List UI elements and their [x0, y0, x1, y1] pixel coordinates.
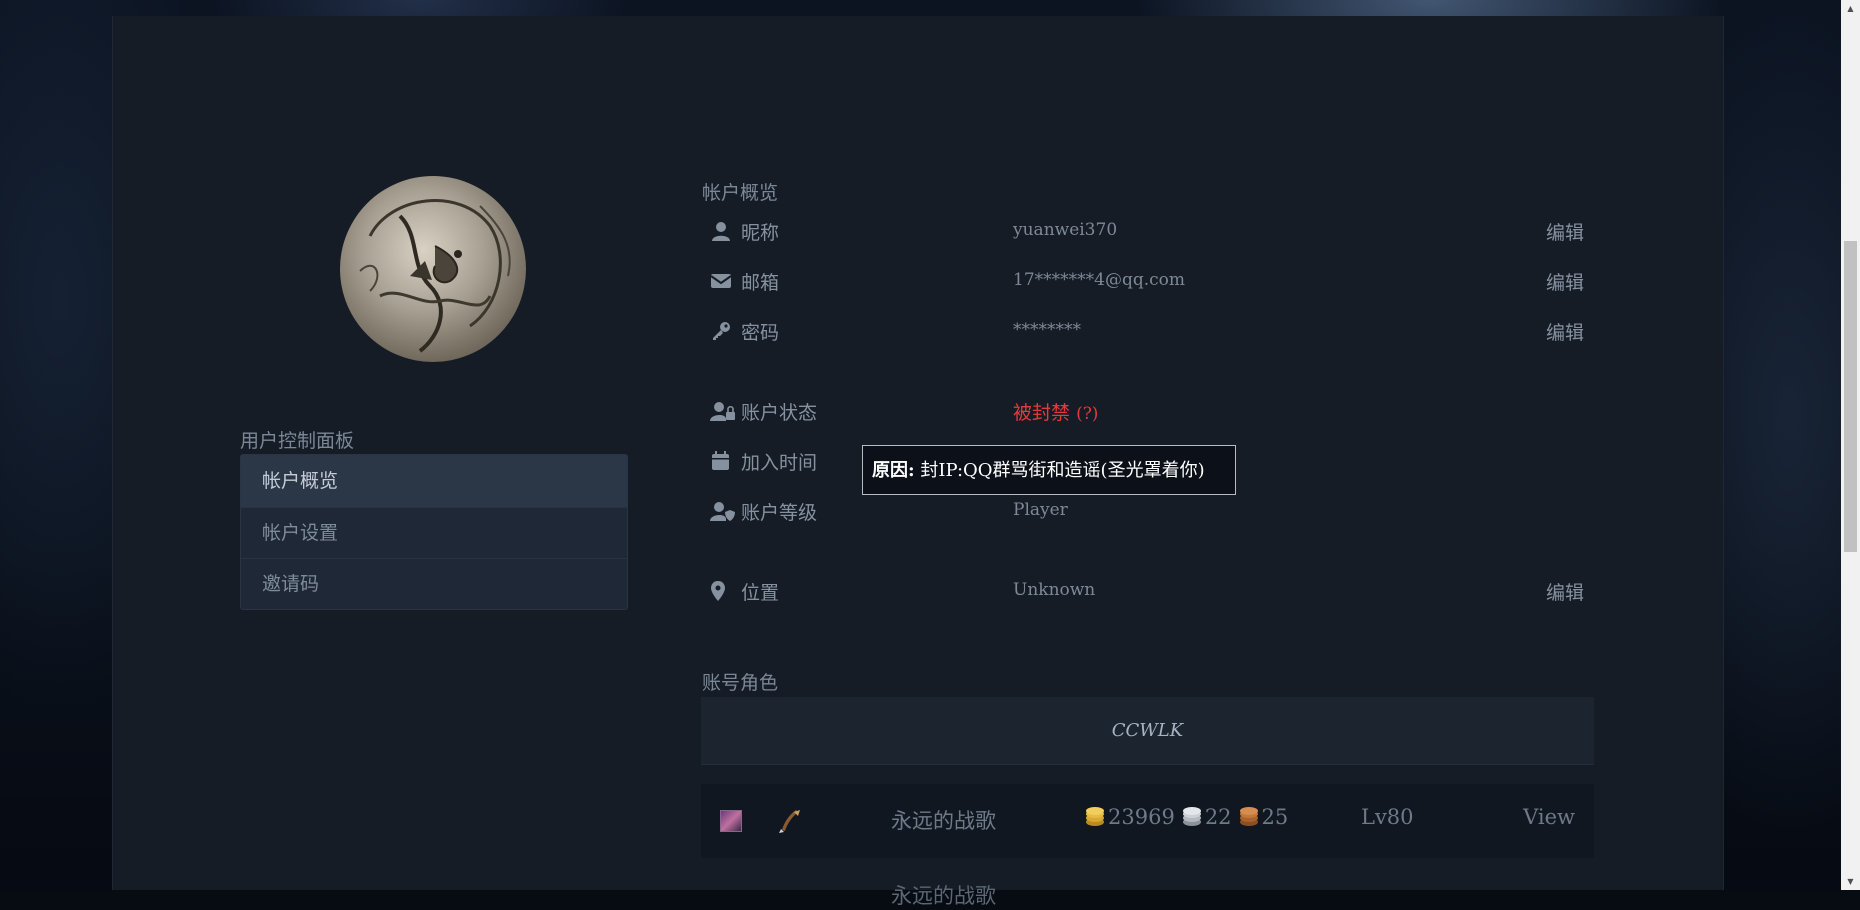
- user-avatar: [340, 176, 526, 362]
- view-character-link[interactable]: View: [1523, 805, 1575, 829]
- row-password: 密码 ******** 编辑: [702, 311, 1584, 351]
- edit-nickname-link[interactable]: 编辑: [1546, 218, 1584, 245]
- banned-status-text: 被封禁: [1013, 402, 1071, 424]
- gold-coin-icon: [1086, 807, 1104, 826]
- row-nickname: 昵称 yuanwei370 编辑: [702, 211, 1584, 251]
- account-rank-value: Player: [1013, 500, 1068, 520]
- edit-email-link[interactable]: 编辑: [1546, 268, 1584, 295]
- row-location: 位置 Unknown 编辑: [702, 571, 1584, 611]
- character-money: 23969 22 25: [1084, 805, 1294, 829]
- sidebar-item-account-settings[interactable]: 帐户设置: [241, 507, 627, 558]
- scroll-down-arrow-icon[interactable]: ▼: [1841, 873, 1860, 890]
- sidebar-title: 用户控制面板: [240, 430, 355, 452]
- password-value: ********: [1013, 320, 1081, 340]
- account-status-value: 被封禁 (?): [1013, 398, 1098, 425]
- scroll-up-arrow-icon[interactable]: ▲: [1841, 0, 1860, 17]
- map-marker-icon: [710, 581, 732, 601]
- page-scrollbar[interactable]: ▲ ▼: [1841, 0, 1860, 890]
- sidebar-item-invite-code[interactable]: 邀请码: [241, 558, 627, 609]
- character-level: Lv80: [1361, 805, 1414, 829]
- sidebar-menu: 帐户概览 帐户设置 邀请码: [240, 454, 628, 610]
- key-icon: [710, 321, 732, 341]
- row-email: 邮箱 17*******4@qq.com 编辑: [702, 261, 1584, 301]
- tooltip-text: 封IP:QQ群骂街和造谣(圣光罩着你): [920, 460, 1205, 481]
- overview-title: 帐户概览: [702, 182, 779, 204]
- realm-name: CCWLK: [701, 697, 1594, 765]
- copper-amount: 25: [1261, 805, 1289, 829]
- password-label: 密码: [741, 322, 780, 344]
- edit-location-link[interactable]: 编辑: [1546, 578, 1584, 605]
- row-account-rank: 账户等级 Player: [702, 491, 1584, 531]
- account-status-label: 账户状态: [741, 402, 818, 424]
- email-label: 邮箱: [741, 272, 780, 294]
- user-lock-icon: [710, 401, 736, 421]
- character-row: 永远的战歌 23969 22 25 Lv80 View: [701, 784, 1594, 858]
- envelope-icon: [710, 271, 732, 291]
- sidebar-item-account-overview[interactable]: 帐户概览: [241, 455, 627, 507]
- tooltip-prefix: 原因:: [872, 460, 915, 481]
- characters-title: 账号角色: [702, 672, 779, 694]
- copper-coin-icon: [1239, 807, 1258, 826]
- email-value: 17*******4@qq.com: [1013, 270, 1185, 290]
- user-shield-icon: [710, 501, 736, 521]
- female-orc-portrait-icon: [720, 810, 742, 832]
- silver-coin-icon: [1182, 807, 1201, 826]
- scrollbar-thumb[interactable]: [1844, 241, 1857, 552]
- character-row-partial: 永远的战歌: [701, 870, 1594, 910]
- nickname-value: yuanwei370: [1013, 220, 1118, 240]
- silver-amount: 22: [1204, 805, 1232, 829]
- location-value: Unknown: [1013, 580, 1096, 600]
- rogue-class-icon: [776, 808, 802, 834]
- row-account-status: 账户状态 被封禁 (?): [702, 391, 1584, 431]
- ban-reason-tooltip: 原因: 封IP:QQ群骂街和造谣(圣光罩着你): [862, 445, 1236, 495]
- location-label: 位置: [741, 582, 780, 604]
- edit-password-link[interactable]: 编辑: [1546, 318, 1584, 345]
- calendar-icon: [710, 451, 732, 471]
- gold-amount: 23969: [1108, 805, 1175, 829]
- nickname-label: 昵称: [741, 222, 780, 244]
- ban-reason-hint[interactable]: (?): [1076, 404, 1098, 424]
- character-name: 永远的战歌: [891, 884, 996, 908]
- character-name: 永远的战歌: [891, 809, 996, 833]
- account-rank-label: 账户等级: [741, 502, 818, 524]
- user-icon: [710, 221, 732, 241]
- join-date-label: 加入时间: [741, 452, 818, 474]
